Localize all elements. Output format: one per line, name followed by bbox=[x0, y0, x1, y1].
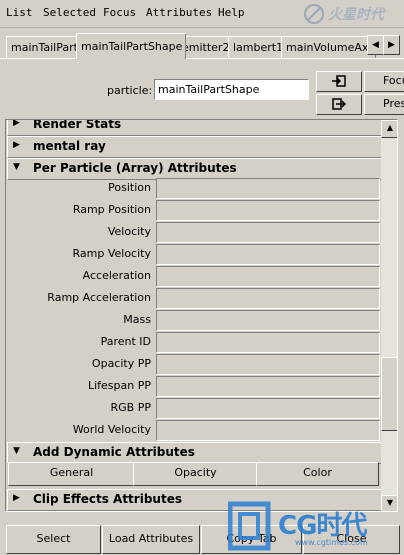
presets-button[interactable]: Presets bbox=[364, 94, 404, 115]
attr-field-velocity[interactable] bbox=[156, 222, 380, 243]
attr-field-rgb-pp[interactable] bbox=[156, 398, 380, 419]
attr-label-acceleration: Acceleration bbox=[82, 269, 151, 282]
attr-field-position[interactable] bbox=[156, 178, 380, 199]
attr-field-ramp-position[interactable] bbox=[156, 200, 380, 221]
attr-label-position: Position bbox=[108, 181, 151, 194]
tab-scroll-left-icon[interactable]: ◀ bbox=[367, 35, 384, 55]
particle-label: particle: bbox=[107, 84, 153, 97]
expand-arrow-icon: ▶ bbox=[13, 493, 20, 503]
collapse-arrow-icon: ▼ bbox=[13, 162, 20, 172]
tab-scroll-right-icon[interactable]: ▶ bbox=[383, 35, 400, 55]
menu-help[interactable]: Help bbox=[218, 6, 245, 19]
tab-bar: mainTailPart mainTailPartShape emitter2 … bbox=[0, 31, 404, 59]
section-per-particle[interactable]: ▼ Per Particle (Array) Attributes bbox=[7, 158, 382, 180]
attr-field-opacity-pp[interactable] bbox=[156, 354, 380, 375]
attr-label-parent-id: Parent ID bbox=[100, 335, 151, 348]
load-selected-button[interactable] bbox=[316, 71, 362, 92]
attr-field-world-velocity[interactable] bbox=[156, 420, 380, 441]
scroll-up-icon[interactable]: ▲ bbox=[381, 120, 397, 138]
attr-field-ramp-velocity[interactable] bbox=[156, 244, 380, 265]
attr-label-lifespan-pp: Lifespan PP bbox=[87, 379, 151, 392]
menu-list[interactable]: List bbox=[6, 6, 33, 19]
section-render-stats[interactable]: ▶ Render Stats bbox=[7, 119, 382, 136]
menu-bar: List Selected Focus Attributes Help 火星时代 bbox=[0, 0, 404, 28]
opacity-button[interactable]: Opacity bbox=[133, 462, 258, 486]
menu-attributes[interactable]: Attributes bbox=[146, 6, 212, 19]
attr-label-mass: Mass bbox=[123, 313, 151, 326]
attr-label-rgb-pp: RGB PP bbox=[110, 401, 151, 414]
vertical-scrollbar[interactable]: ▲ ▼ bbox=[381, 120, 397, 511]
attr-label-velocity: Velocity bbox=[107, 225, 151, 238]
focus-button[interactable]: Focus bbox=[364, 71, 404, 92]
expand-arrow-icon: ▶ bbox=[13, 119, 20, 128]
arrow-into-icon bbox=[332, 75, 346, 87]
scroll-down-icon[interactable]: ▼ bbox=[381, 495, 397, 511]
tab-mainvolumeaxis[interactable]: mainVolumeAxis bbox=[281, 36, 376, 58]
section-add-dynamic[interactable]: ▼ Add Dynamic Attributes bbox=[7, 442, 382, 464]
attr-field-mass[interactable] bbox=[156, 310, 380, 331]
attr-field-parent-id[interactable] bbox=[156, 332, 380, 353]
scrollbar-thumb[interactable] bbox=[381, 357, 397, 431]
tab-divider bbox=[0, 58, 404, 59]
show-selected-button[interactable] bbox=[316, 94, 362, 115]
load-attributes-button[interactable]: Load Attributes bbox=[102, 525, 200, 554]
tab-maintailpart[interactable]: mainTailPart bbox=[6, 36, 86, 58]
attr-field-lifespan-pp[interactable] bbox=[156, 376, 380, 397]
attr-label-ramp-position: Ramp Position bbox=[72, 203, 151, 216]
particle-name-field[interactable]: mainTailPartShape bbox=[154, 79, 309, 100]
menu-focus[interactable]: Focus bbox=[103, 6, 136, 19]
attr-label-ramp-velocity: Ramp Velocity bbox=[72, 247, 152, 260]
site-logo: 火星时代 bbox=[304, 4, 386, 24]
attr-label-ramp-acceleration: Ramp Acceleration bbox=[47, 291, 151, 304]
attr-label-world-velocity: World Velocity bbox=[72, 423, 151, 436]
expand-arrow-icon: ▶ bbox=[13, 140, 20, 150]
attribute-panel: ▶ Render Stats ▶ mental ray ▼ Per Partic… bbox=[5, 119, 398, 512]
watermark-brand: CG时代 bbox=[278, 511, 367, 541]
svg-text:火星时代: 火星时代 bbox=[328, 7, 386, 23]
watermark-logo bbox=[228, 501, 271, 551]
attr-field-ramp-acceleration[interactable] bbox=[156, 288, 380, 309]
select-button[interactable]: Select bbox=[6, 525, 101, 554]
menu-selected[interactable]: Selected bbox=[43, 6, 96, 19]
section-mental-ray[interactable]: ▶ mental ray bbox=[7, 136, 382, 158]
attr-field-acceleration[interactable] bbox=[156, 266, 380, 287]
collapse-arrow-icon: ▼ bbox=[13, 446, 20, 456]
watermark-url: www.cgtimes.com bbox=[295, 538, 368, 547]
general-button[interactable]: General bbox=[8, 462, 135, 486]
arrow-out-icon bbox=[332, 98, 347, 110]
tab-maintailpartshape[interactable]: mainTailPartShape bbox=[76, 33, 186, 59]
attr-label-opacity-pp: Opacity PP bbox=[91, 357, 151, 370]
color-button[interactable]: Color bbox=[256, 462, 379, 486]
